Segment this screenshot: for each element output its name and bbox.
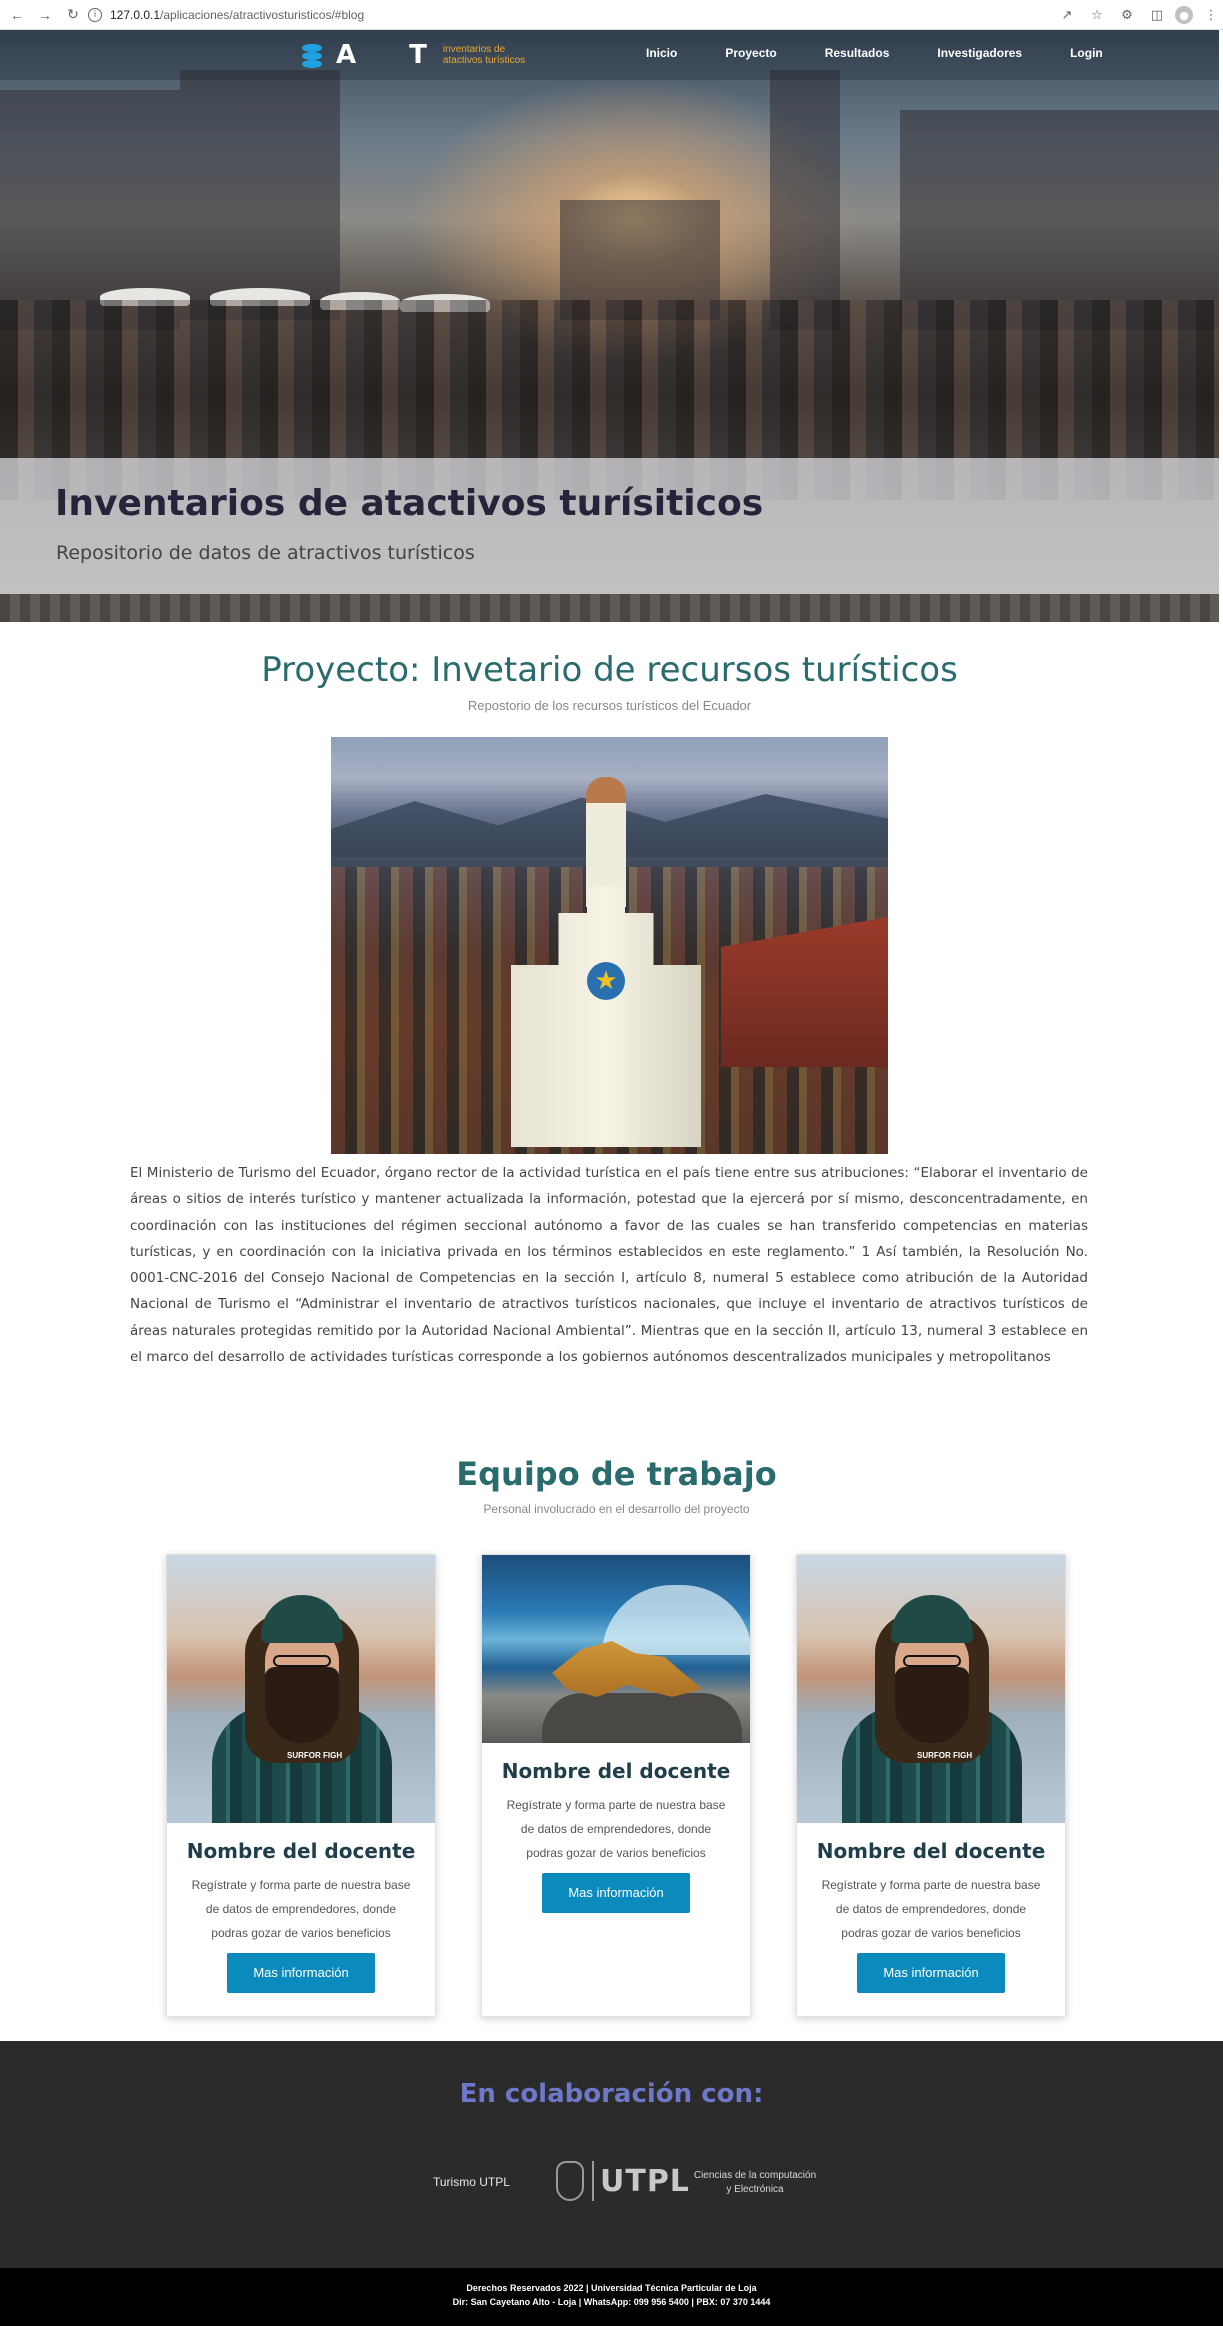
collaboration-section: En colaboración con: Turismo UTPL UTPL C… [0,2041,1223,2268]
card-description: Regístrate y forma parte de nuestra base… [191,1878,411,1940]
hero-section: A T inventarios de atactivos turísticos … [0,30,1219,622]
iguana-photo [482,1555,750,1743]
card-name: Nombre del docente [816,1839,1046,1863]
reload-icon[interactable]: ↻ [62,4,84,26]
nav-inicio[interactable]: Inicio [646,46,677,60]
team-subtitle: Personal involucrado en el desarrollo de… [483,1502,750,1516]
nav-investigadores[interactable]: Investigadores [937,46,1022,60]
glasses-shape [273,1655,331,1667]
extensions-icon[interactable]: ⚙ [1115,4,1139,26]
star-icon[interactable]: ☆ [1085,4,1109,26]
main-nav: Inicio Proyecto Resultados Investigadore… [646,46,1151,60]
team-card: SURFOR FIGH Nombre del docente Regístrat… [166,1554,436,2017]
tower-shape [770,70,840,330]
card-description: Regístrate y forma parte de nuestra base… [821,1878,1041,1940]
more-info-button[interactable]: Mas información [227,1953,375,1993]
building-shape [180,70,340,320]
logo-divider [592,2161,594,2201]
nav-login[interactable]: Login [1070,46,1103,60]
utpl-wordmark: UTPL [600,2163,690,2199]
partner-computacion[interactable]: Ciencias de la computación y Electrónica [690,2169,820,2197]
share-icon[interactable]: ↗ [1055,4,1079,26]
beanie-shape [261,1595,343,1643]
building-shape [900,110,1219,330]
card-description: Regístrate y forma parte de nuestra base… [506,1798,726,1860]
browser-toolbar: ← → ↻ i 127.0.0.1/aplicaciones/atractivo… [0,0,1223,30]
profile-icon[interactable]: ● [1175,6,1193,24]
church-photo: ★ [331,737,888,1154]
utpl-seal-icon [556,2161,584,2201]
team-card: Nombre del docente Regístrate y forma pa… [481,1554,751,2017]
hero-subtitle: Repositorio de datos de atractivos turís… [56,542,475,564]
utpl-logo[interactable]: UTPL [556,2159,690,2203]
hero-title: Inventarios de atactivos turísiticos [55,483,764,524]
glasses-shape [903,1655,961,1667]
url-host: 127.0.0.1 [110,8,161,22]
team-card: SURFOR FIGH Nombre del docente Regístrat… [796,1554,1066,2017]
star-emblem-icon: ★ [587,962,625,1000]
project-title: Proyecto: Invetario de recursos turístic… [261,650,958,690]
collaboration-title: En colaboración con: [459,2079,764,2109]
wave-shape [602,1585,750,1655]
address-bar[interactable]: i 127.0.0.1/aplicaciones/atractivosturis… [88,4,1088,26]
back-icon[interactable]: ← [6,4,28,26]
partner-turismo[interactable]: Turismo UTPL [433,2175,510,2189]
docente-photo: SURFOR FIGH [167,1555,435,1823]
database-icon [302,42,322,68]
card-name: Nombre del docente [186,1839,416,1863]
beanie-shape [891,1595,973,1643]
logo-letters: A T [336,40,449,70]
hero-banner: Inventarios de atactivos turísiticos Rep… [0,458,1219,594]
menu-icon[interactable]: ⋮ [1199,4,1223,26]
nav-proyecto[interactable]: Proyecto [725,46,776,60]
url-path: /aplicaciones/atractivosturisticos/#blog [160,8,365,22]
shirt-text: SURFOR FIGH [287,1751,343,1760]
card-name: Nombre del docente [501,1759,731,1783]
project-subtitle: Repostorio de los recursos turísticos de… [467,698,752,713]
project-description: El Ministerio de Turismo del Ecuador, ór… [130,1165,1088,1366]
beard-shape [265,1667,339,1743]
info-icon[interactable]: i [88,8,102,22]
more-info-button[interactable]: Mas información [857,1953,1005,1993]
nav-resultados[interactable]: Resultados [825,46,890,60]
docente-photo: SURFOR FIGH [797,1555,1065,1823]
logo-tagline: inventarios de atactivos turísticos [442,44,526,66]
sidebar-icon[interactable]: ◫ [1145,4,1169,26]
shirt-text: SURFOR FIGH [917,1751,973,1760]
more-info-button[interactable]: Mas información [542,1873,690,1913]
site-logo[interactable]: A T inventarios de atactivos turísticos [302,40,543,70]
rock-shape [542,1693,742,1743]
site-footer: Derechos Reservados 2022 | Universidad T… [0,2268,1223,2326]
pavement-strip [0,594,1219,622]
team-title: Equipo de trabajo [456,1455,777,1493]
beard-shape [895,1667,969,1743]
forward-icon[interactable]: → [34,4,56,26]
footer-address: Dir: San Cayetano Alto - Loja | WhatsApp… [452,2297,771,2307]
footer-copyright: Derechos Reservados 2022 | Universidad T… [466,2283,757,2293]
